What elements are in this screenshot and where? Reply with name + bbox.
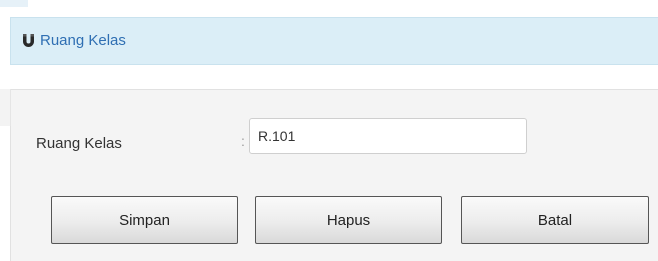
side-strip	[0, 89, 11, 126]
field-label-ruang-kelas: Ruang Kelas	[36, 135, 122, 152]
save-button[interactable]: Simpan	[51, 196, 238, 244]
top-left-tab	[0, 0, 28, 7]
delete-button[interactable]: Hapus	[255, 196, 442, 244]
field-separator: :	[241, 133, 245, 149]
magnet-icon	[21, 33, 36, 48]
cancel-button[interactable]: Batal	[461, 196, 649, 244]
ruang-kelas-input[interactable]	[249, 118, 527, 154]
section-title: Ruang Kelas	[40, 32, 126, 49]
page: Ruang Kelas Ruang Kelas : Simpan Hapus B…	[0, 0, 658, 261]
